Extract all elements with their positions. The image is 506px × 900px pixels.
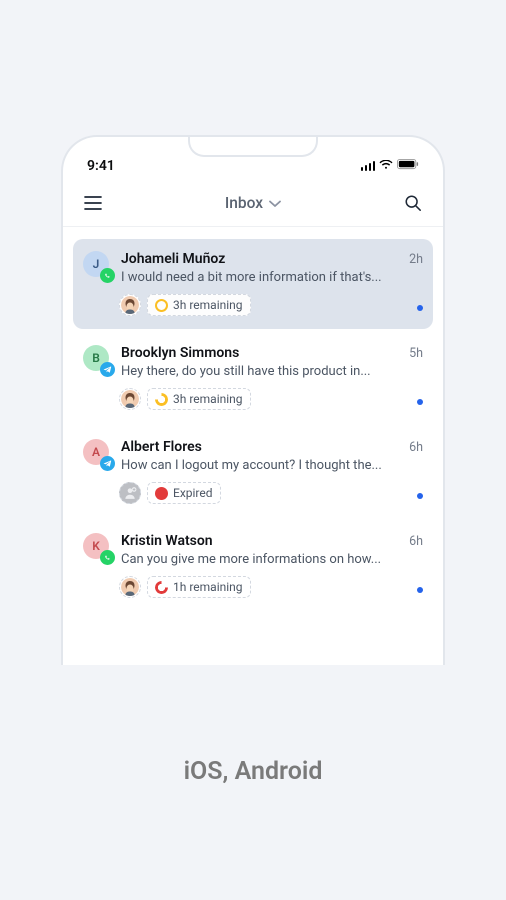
conversation-time: 6h [409,534,423,549]
timer-chip: 3h remaining [147,294,251,316]
timer-label: 3h remaining [173,298,243,312]
chevron-down-icon [269,194,281,212]
phone-frame: 9:41 Inbox JJohameli Muñoz2hI would [61,135,445,665]
menu-button[interactable] [81,191,105,215]
conversation-item[interactable]: A Albert Flores 6h How can I logout my acco… [73,427,433,517]
contact-avatar: A [83,439,111,467]
timer-icon [155,393,168,406]
timer-chip: Expired [147,482,221,504]
agent-avatar [119,294,141,316]
timer-label: Expired [173,486,213,500]
status-time: 9:41 [87,158,115,174]
whatsapp-channel-icon [100,268,115,283]
unassigned-agent-icon [119,482,141,504]
cellular-signal-icon [361,161,376,171]
conversation-time: 2h [409,252,423,267]
unread-indicator [417,493,423,499]
conversation-time: 5h [409,346,423,361]
timer-icon [155,299,168,312]
timer-label: 1h remaining [173,580,243,594]
contact-avatar: J [83,251,111,279]
unread-indicator [417,305,423,311]
header-title-text: Inbox [225,194,263,212]
unread-indicator [417,587,423,593]
timer-label: 3h remaining [173,392,243,406]
timer-chip: 3h remaining [147,388,251,410]
telegram-channel-icon [100,456,115,471]
contact-avatar: B [83,345,111,373]
contact-name: Kristin Watson [121,533,213,549]
telegram-channel-icon [100,362,115,377]
timer-icon [155,487,168,500]
contact-name: Brooklyn Simmons [121,345,239,361]
agent-avatar [119,388,141,410]
caption-label: iOS, Android [184,757,323,786]
contact-name: Johameli Muñoz [121,251,225,267]
contact-avatar: K [83,533,111,561]
message-preview: Can you give me more informations on how… [121,552,423,567]
contact-name: Albert Flores [121,439,202,455]
conversation-item[interactable]: B Brooklyn Simmons 5h Hey there, do you sti… [73,333,433,423]
notch [188,135,318,157]
app-header: Inbox [63,177,443,227]
agent-avatar [119,576,141,598]
conversation-time: 6h [409,440,423,455]
unread-indicator [417,399,423,405]
conversation-item[interactable]: K Kristin Watson 6h Can you give me more in… [73,521,433,611]
wifi-icon [379,158,393,174]
conversation-list: J Johameli Muñoz 2h I would need a bit more… [63,227,443,611]
message-preview: I would need a bit more information if t… [121,270,423,285]
conversation-item[interactable]: J Johameli Muñoz 2h I would need a bit more… [73,239,433,329]
timer-icon [155,581,168,594]
message-preview: How can I logout my account? I thought t… [121,458,423,473]
search-button[interactable] [401,191,425,215]
message-preview: Hey there, do you still have this produc… [121,364,423,379]
whatsapp-channel-icon [100,550,115,565]
timer-chip: 1h remaining [147,576,251,598]
battery-icon [397,158,419,174]
inbox-dropdown[interactable]: Inbox [115,194,391,212]
status-indicators [361,158,420,174]
